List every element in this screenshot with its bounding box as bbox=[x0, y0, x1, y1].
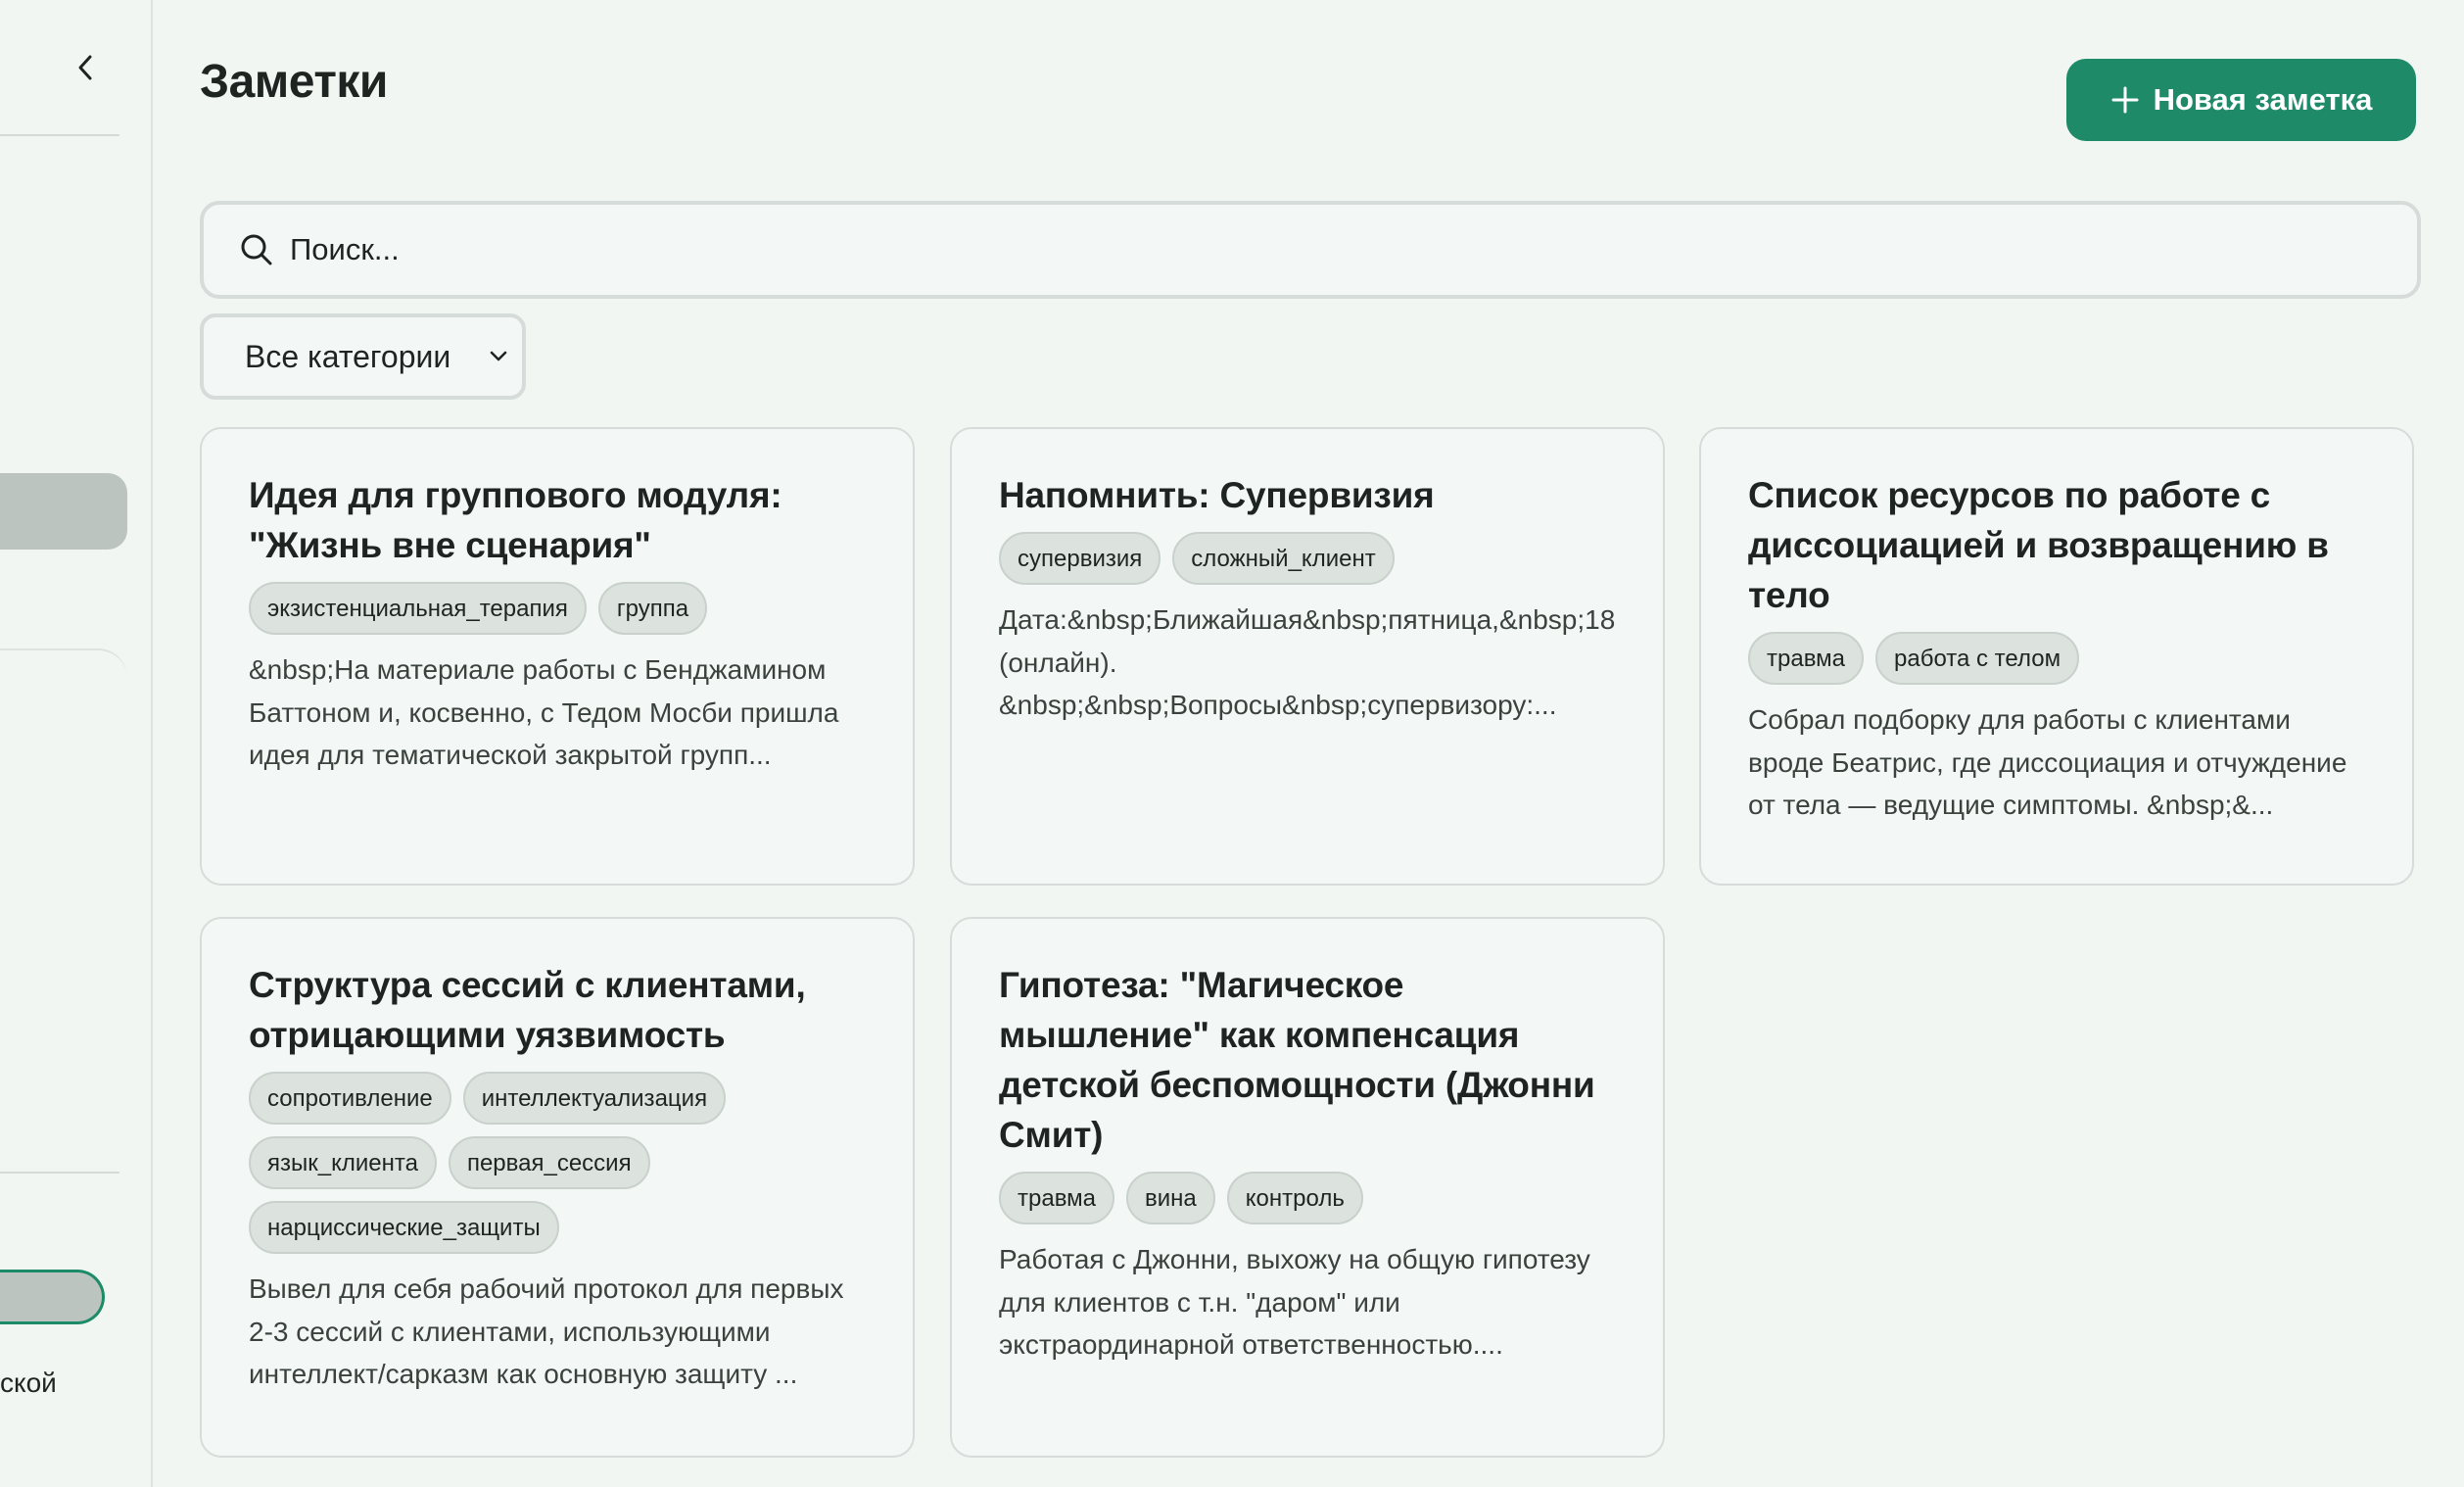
tag-list: травма работа с телом bbox=[1748, 632, 2365, 685]
sidebar-item-label[interactable]: ской bbox=[0, 1367, 57, 1399]
note-title: Гипотеза: "Магическое мышление" как комп… bbox=[999, 965, 1595, 1155]
sidebar-item-active[interactable] bbox=[0, 1270, 105, 1324]
note-card[interactable]: Список ресурсов по работе с диссоциацией… bbox=[1699, 427, 2414, 886]
note-card[interactable]: Гипотеза: "Магическое мышление" как комп… bbox=[950, 917, 1665, 1458]
tag[interactable]: экзистенциальная_терапия bbox=[249, 582, 587, 635]
note-title: Список ресурсов по работе с диссоциацией… bbox=[1748, 475, 2329, 615]
tag[interactable]: интеллектуализация bbox=[462, 1072, 727, 1125]
tag[interactable]: группа bbox=[597, 582, 708, 635]
tag[interactable]: нарциссические_защиты bbox=[249, 1201, 559, 1254]
tag[interactable]: первая_сессия bbox=[448, 1136, 650, 1189]
search-field[interactable] bbox=[200, 201, 2421, 299]
sidebar-item[interactable] bbox=[0, 473, 127, 550]
tag-list: экзистенциальная_терапия группа bbox=[249, 582, 866, 635]
category-select-value: Все категории bbox=[245, 338, 451, 374]
note-excerpt: Работая с Джонни, выхожу на общую гипоте… bbox=[999, 1244, 1598, 1360]
tag[interactable]: сопротивление bbox=[249, 1072, 451, 1125]
note-title: Напомнить: Супервизия bbox=[999, 475, 1435, 515]
chevron-left-icon bbox=[78, 55, 92, 80]
collapse-sidebar-button[interactable] bbox=[69, 51, 102, 84]
tag[interactable]: травма bbox=[999, 1172, 1115, 1224]
note-title: Структура сессий с клиентами, отрицающим… bbox=[249, 965, 806, 1055]
search-icon bbox=[239, 232, 274, 267]
note-title: Идея для группового модуля: "Жизнь вне с… bbox=[249, 475, 782, 565]
tag[interactable]: травма bbox=[1748, 632, 1865, 685]
tag[interactable]: вина bbox=[1126, 1172, 1215, 1224]
category-select[interactable]: Все категории bbox=[200, 313, 526, 400]
new-note-label: Новая заметка bbox=[2153, 82, 2373, 117]
tag[interactable]: контроль bbox=[1226, 1172, 1363, 1224]
note-card[interactable]: Структура сессий с клиентами, отрицающим… bbox=[200, 917, 915, 1458]
chevron-down-icon bbox=[489, 350, 508, 363]
tag[interactable]: работа с телом bbox=[1875, 632, 2080, 685]
note-card[interactable]: Напомнить: Супервизия супервизия сложный… bbox=[950, 427, 1665, 886]
tag[interactable]: сложный_клиент bbox=[1172, 532, 1395, 585]
page-title: Заметки bbox=[200, 56, 388, 108]
search-input[interactable] bbox=[288, 231, 2251, 268]
tag[interactable]: супервизия bbox=[999, 532, 1161, 585]
sidebar: ской bbox=[0, 0, 153, 1487]
note-excerpt: Вывел для себя рабочий протокол для перв… bbox=[249, 1273, 852, 1389]
note-card[interactable]: Идея для группового модуля: "Жизнь вне с… bbox=[200, 427, 915, 886]
plus-icon bbox=[2111, 86, 2139, 114]
tag[interactable]: язык_клиента bbox=[249, 1136, 437, 1189]
new-note-button[interactable]: Новая заметка bbox=[2066, 59, 2416, 141]
note-excerpt: &nbsp;На материале работы с Бенджамином … bbox=[249, 654, 847, 770]
sidebar-divider bbox=[0, 1172, 119, 1174]
note-excerpt: Собрал подборку для работы с клиентами в… bbox=[1748, 704, 2355, 820]
tag-list: сопротивление интеллектуализация язык_кл… bbox=[249, 1072, 866, 1254]
tag-list: травма вина контроль bbox=[999, 1172, 1616, 1224]
tag-list: супервизия сложный_клиент bbox=[999, 532, 1616, 585]
sidebar-section bbox=[0, 648, 127, 680]
sidebar-divider bbox=[0, 134, 119, 136]
note-excerpt: Дата:&nbsp;Ближайшая&nbsp;пятница,&nbsp;… bbox=[999, 604, 1616, 720]
